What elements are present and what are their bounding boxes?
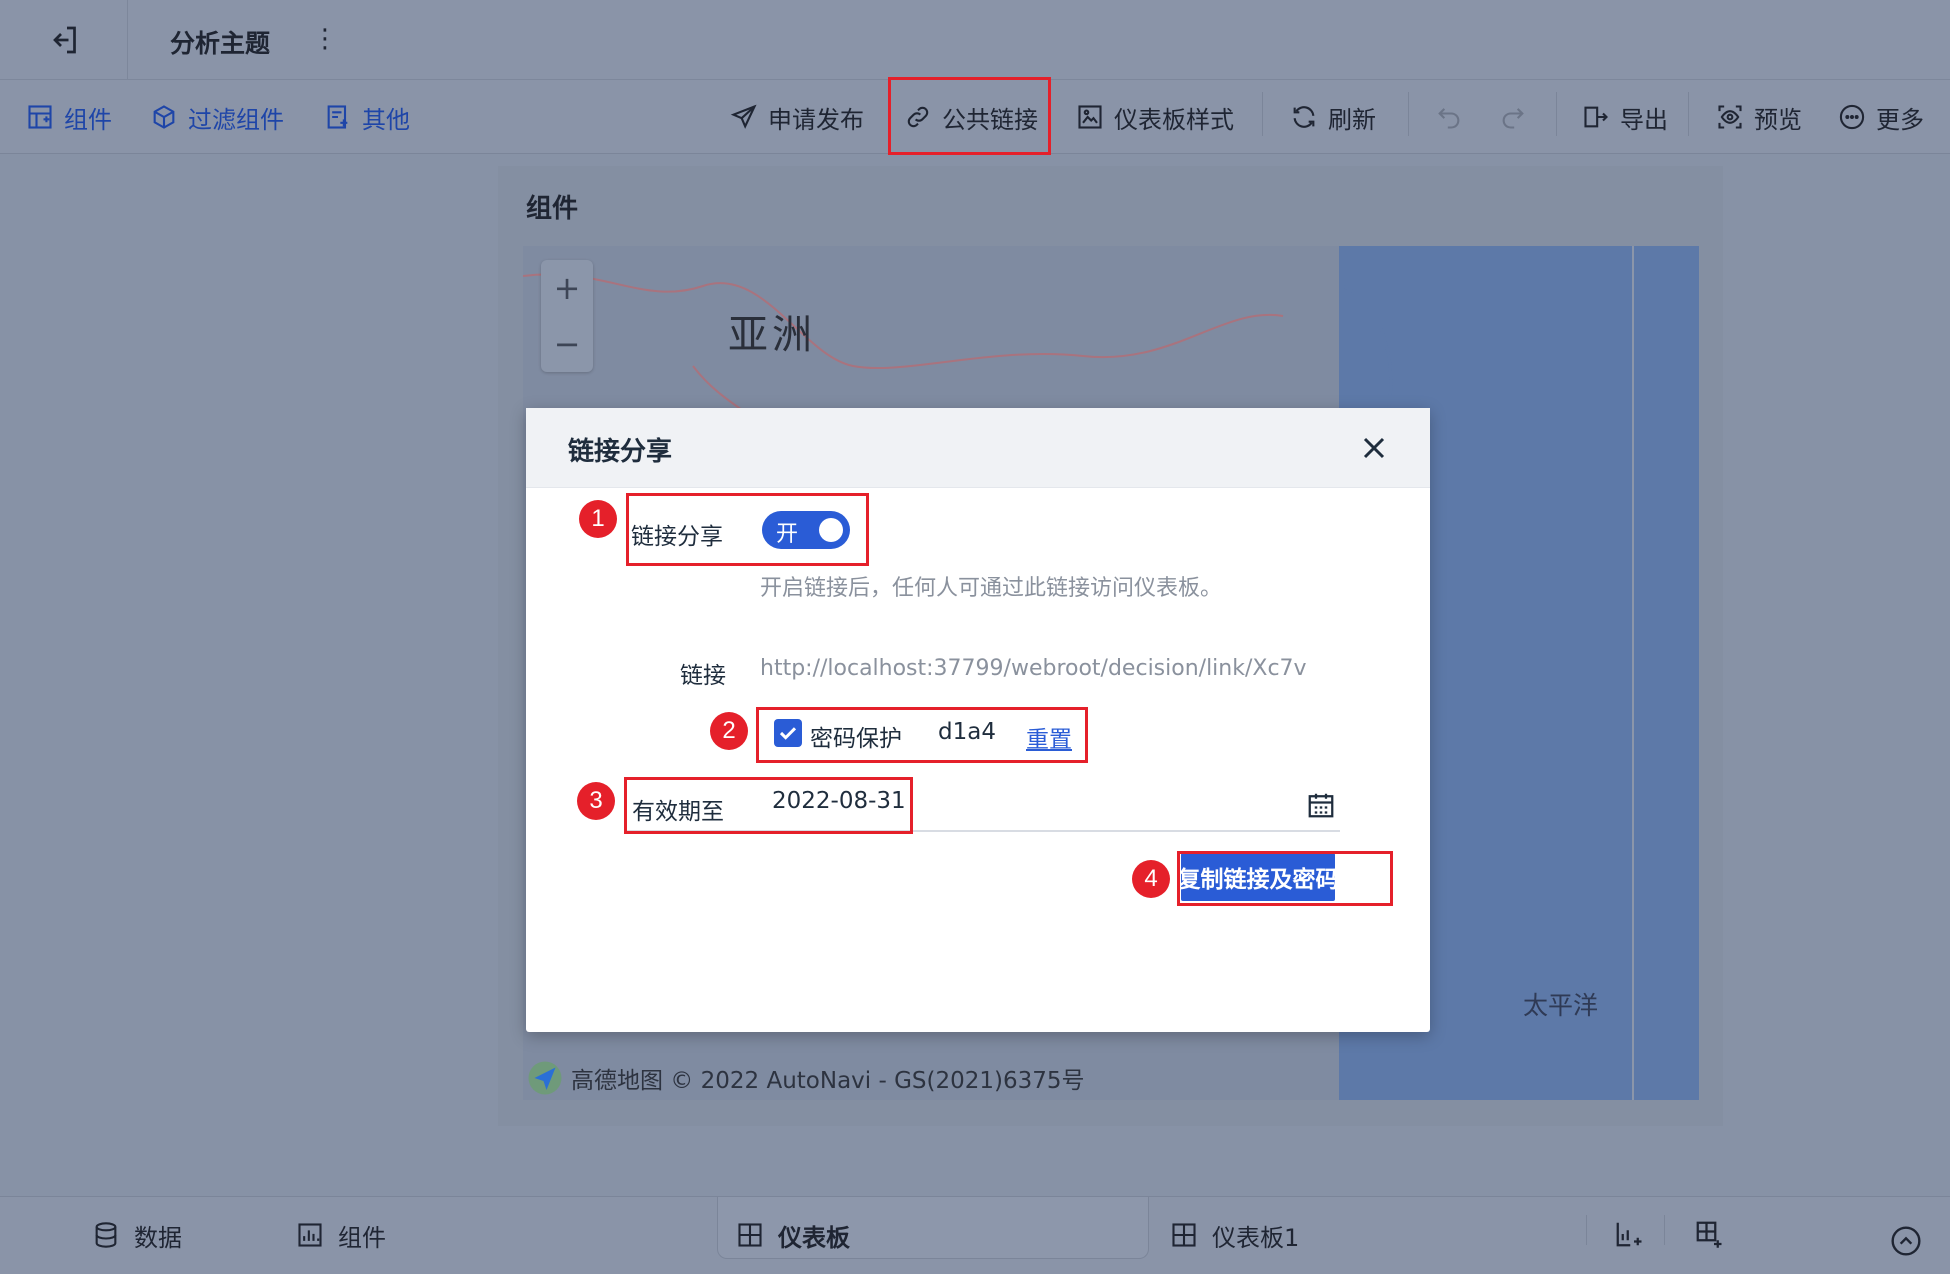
toolbar-more-button[interactable]: 更多	[1838, 98, 1924, 136]
filter-widget-icon	[153, 105, 175, 129]
toolbar-other-button[interactable]: 其他	[324, 98, 410, 136]
tab-label: 组件	[338, 1223, 386, 1252]
export-icon	[1584, 106, 1608, 128]
highlight-password	[756, 707, 1088, 763]
top-bar: 分析主题 ⋮	[0, 0, 1950, 80]
link-url[interactable]: http://localhost:37799/webroot/decision/…	[760, 656, 1307, 681]
divider	[127, 0, 128, 80]
bottom-bar: 数据 组件 仪表板 仪表板1	[0, 1196, 1950, 1274]
public-link-highlight	[888, 77, 1051, 155]
highlight-share-toggle	[626, 493, 869, 566]
toolbar-separator	[1408, 92, 1409, 136]
style-icon	[1078, 105, 1102, 129]
other-icon	[327, 105, 348, 129]
toolbar-filter-widget-button[interactable]: 过滤组件	[150, 98, 284, 136]
add-widget-icon	[28, 105, 52, 129]
toolbar-dashboard-style-button[interactable]: 仪表板样式	[1076, 98, 1234, 136]
tab-label: 数据	[134, 1223, 182, 1252]
dashboard-icon	[738, 1223, 762, 1247]
collapse-up-icon[interactable]	[1890, 1225, 1922, 1257]
step-badge-4: 4	[1132, 860, 1170, 898]
tab-label: 仪表板	[778, 1223, 850, 1252]
step-badge-3: 3	[577, 782, 615, 820]
toolbar-refresh-button[interactable]: 刷新	[1290, 98, 1376, 136]
page-title: 分析主题	[170, 29, 271, 58]
toolbar-label: 过滤组件	[188, 105, 284, 134]
toolbar-request-publish-button[interactable]: 申请发布	[730, 98, 864, 136]
dialog-header: 链接分享	[526, 408, 1430, 488]
toolbar-separator	[1262, 92, 1263, 136]
toolbar-label: 组件	[64, 105, 112, 134]
tab-label: 仪表板1	[1212, 1223, 1300, 1252]
tab-dashboard1[interactable]: 仪表板1	[1170, 1215, 1299, 1255]
highlight-copy-button	[1177, 851, 1393, 906]
redo-icon	[1502, 108, 1524, 129]
chart-icon	[298, 1223, 322, 1247]
tab-data[interactable]: 数据	[92, 1215, 182, 1255]
database-icon	[95, 1222, 117, 1248]
exit-icon[interactable]	[46, 22, 82, 58]
toolbar-add-widget-button[interactable]: 组件	[26, 98, 112, 136]
map-ocean-label: 太平洋	[1523, 991, 1599, 1020]
bottom-separator	[1664, 1215, 1665, 1245]
bottom-separator	[1586, 1215, 1587, 1245]
tab-widget[interactable]: 组件	[296, 1215, 386, 1255]
preview-icon	[1718, 105, 1742, 129]
dashboard-icon	[1172, 1223, 1196, 1247]
amap-logo-icon	[528, 1061, 562, 1095]
toolbar-label: 更多	[1876, 105, 1924, 134]
dialog-title: 链接分享	[568, 437, 673, 467]
close-icon[interactable]	[1356, 430, 1392, 466]
toolbar-label: 预览	[1754, 105, 1802, 134]
send-icon	[730, 104, 757, 129]
refresh-icon	[1293, 106, 1315, 128]
map-region-label: 亚洲	[728, 312, 816, 358]
zoom-in-button[interactable]: +	[541, 260, 593, 316]
panel-title: 组件	[526, 194, 579, 224]
add-dashboard-icon[interactable]	[1694, 1219, 1724, 1249]
kebab-menu-icon[interactable]: ⋮	[312, 24, 338, 54]
toolbar-label: 申请发布	[768, 105, 864, 134]
attribution-text: 高德地图 © 2022 AutoNavi - GS(2021)6375号	[571, 1068, 1085, 1094]
toolbar-label: 其他	[362, 105, 410, 134]
toolbar-separator	[1688, 92, 1689, 136]
toolbar-undo-button[interactable]	[1434, 98, 1464, 136]
highlight-expire	[624, 777, 913, 834]
share-hint: 开启链接后，任何人可通过此链接访问仪表板。	[760, 576, 1223, 601]
toolbar-preview-button[interactable]: 预览	[1716, 98, 1802, 136]
map-zoom-control: + −	[541, 260, 593, 372]
map-attribution: 高德地图 © 2022 AutoNavi - GS(2021)6375号	[527, 1060, 1085, 1096]
add-chart-icon[interactable]	[1614, 1219, 1644, 1249]
calendar-icon[interactable]	[1306, 790, 1336, 820]
toolbar-export-button[interactable]: 导出	[1582, 98, 1668, 136]
zoom-out-button[interactable]: −	[541, 316, 593, 372]
toolbar-label: 仪表板样式	[1114, 105, 1234, 134]
step-badge-2: 2	[710, 712, 748, 750]
toolbar-label: 导出	[1620, 105, 1668, 134]
step-badge-1: 1	[579, 500, 617, 538]
link-label: 链接	[680, 663, 726, 689]
toolbar-label: 刷新	[1328, 105, 1376, 134]
toolbar-separator	[1556, 92, 1557, 136]
undo-icon	[1438, 108, 1460, 129]
tab-dashboard[interactable]: 仪表板	[736, 1215, 850, 1255]
more-icon	[1839, 104, 1865, 130]
toolbar-redo-button[interactable]	[1498, 98, 1528, 136]
